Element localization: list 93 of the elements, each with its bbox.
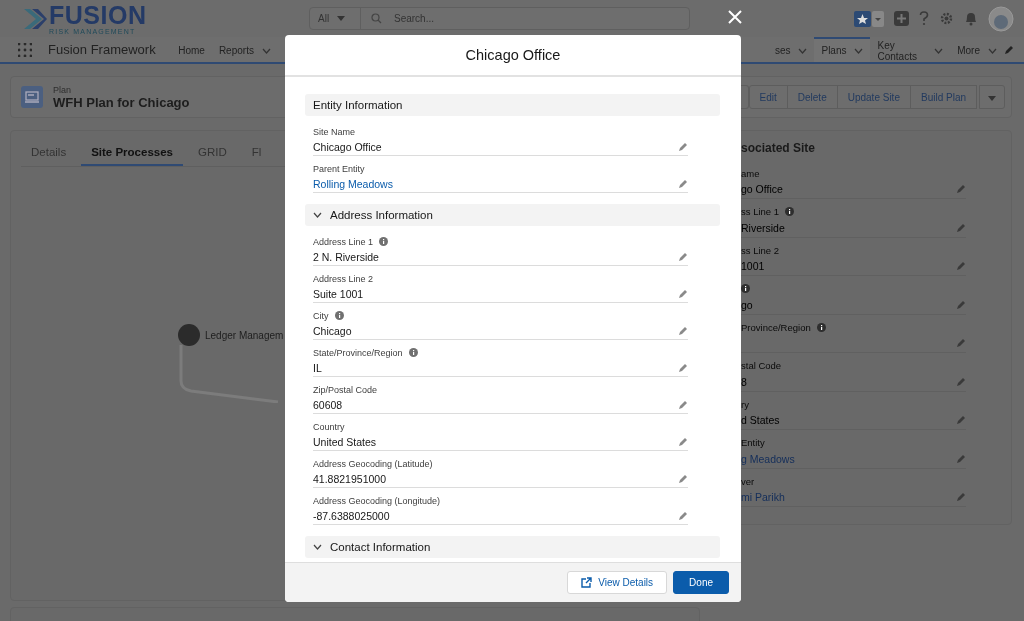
field-link[interactable]: Rolling Meadows <box>313 178 393 190</box>
edit-pencil-icon[interactable] <box>678 474 688 484</box>
action-button[interactable]: Update Site <box>836 85 911 109</box>
field-label: ss Line 2 <box>741 244 780 256</box>
action-button[interactable]: Edit <box>748 85 788 109</box>
edit-pencil-icon[interactable] <box>1004 44 1014 55</box>
action-button[interactable]: Build Plan <box>909 85 977 109</box>
field-label: Parent Entity <box>313 163 365 174</box>
scope-dropdown[interactable]: All <box>310 8 361 29</box>
field-label: stal Code <box>741 360 782 371</box>
logo-name: FUSION <box>49 2 147 28</box>
nav-tab[interactable]: Reports <box>211 37 278 62</box>
edit-pencil-icon[interactable] <box>956 261 966 271</box>
edit-pencil-icon[interactable] <box>678 511 688 521</box>
field-value: 60608 <box>313 399 343 411</box>
nav-tab[interactable]: Key Contacts <box>870 37 951 62</box>
record-type: Plan <box>53 84 72 95</box>
edit-pencil-icon[interactable] <box>678 252 688 262</box>
field-label: ver <box>741 475 755 487</box>
app-launcher-icon[interactable] <box>18 42 32 57</box>
field-label: Address Geocoding (Latitude) <box>313 458 433 469</box>
action-button[interactable]: Delete <box>786 85 838 109</box>
field-label: Country <box>313 421 345 432</box>
edit-pencil-icon[interactable] <box>678 179 688 189</box>
edit-pencil-icon[interactable] <box>678 326 688 336</box>
edit-pencil-icon[interactable] <box>678 437 688 447</box>
field-value: Chicago <box>313 325 352 337</box>
view-details-button[interactable]: View Details <box>567 571 668 594</box>
field-value: 41.8821951000 <box>313 473 386 485</box>
field-label: Address Geocoding (Longitude) <box>313 495 441 506</box>
field-value: United States <box>313 436 377 448</box>
field-label: Site Name <box>313 126 356 137</box>
field-value: Riverside <box>741 221 785 234</box>
field-label: City <box>313 310 329 321</box>
plan-icon <box>21 86 43 108</box>
field-value: 8 <box>741 375 747 388</box>
field-value: IL <box>313 362 322 374</box>
node-label: Ledger Managem <box>205 329 284 341</box>
edit-pencil-icon[interactable] <box>678 400 688 410</box>
field-value: -87.6388025000 <box>313 510 390 522</box>
field-value: Suite 1001 <box>313 288 364 300</box>
bell-icon[interactable] <box>964 11 978 26</box>
field-label: Address Line 1 <box>313 236 374 247</box>
field-label: Address Line 2 <box>313 273 374 284</box>
app-name: Fusion Framework <box>48 42 157 57</box>
field-label: ry <box>741 398 749 410</box>
caret-icon <box>988 95 996 101</box>
section-header[interactable]: Contact Information <box>305 536 720 558</box>
field-label: State/Province/Region <box>313 347 403 358</box>
field-value: Chicago Office <box>313 141 382 153</box>
record-title: WFH Plan for Chicago <box>53 94 190 110</box>
process-node-icon <box>178 324 200 346</box>
external-link-icon <box>581 577 593 588</box>
nav-tab[interactable]: ses <box>774 37 815 62</box>
edit-pencil-icon[interactable] <box>678 289 688 299</box>
settings-icon[interactable] <box>939 11 954 26</box>
panel-title: sociated Site <box>741 141 817 155</box>
field-label: ame <box>741 167 760 179</box>
tab[interactable]: Site Processes <box>81 146 183 166</box>
edit-pencil-icon[interactable] <box>956 453 966 464</box>
field-label: Zip/Postal Code <box>313 384 378 395</box>
field-link[interactable]: mi Parikh <box>741 491 785 503</box>
edit-pencil-icon[interactable] <box>956 222 966 233</box>
edit-pencil-icon[interactable] <box>956 492 966 502</box>
edit-pencil-icon[interactable] <box>956 338 966 348</box>
search-icon <box>371 13 382 24</box>
nav-tab[interactable]: More <box>950 37 1004 62</box>
help-icon[interactable] <box>919 11 929 26</box>
nav-tab[interactable]: Plans <box>814 37 871 62</box>
edit-pencil-icon[interactable] <box>678 142 688 152</box>
field-label: ss Line 1 <box>741 206 780 217</box>
field-label: Entity <box>741 437 765 448</box>
close-icon[interactable] <box>728 10 742 24</box>
edit-pencil-icon[interactable] <box>956 376 966 387</box>
section-header[interactable]: Address Information <box>305 204 720 226</box>
done-button[interactable]: Done <box>673 571 729 594</box>
favorites-icon[interactable] <box>854 10 884 27</box>
search-field[interactable]: All Search... <box>309 7 690 30</box>
field-value: go <box>741 298 753 311</box>
modal-title: Chicago Office <box>285 35 741 77</box>
edit-pencil-icon[interactable] <box>956 184 966 194</box>
field-value: 2 N. Riverside <box>313 251 379 263</box>
nav-tab[interactable]: Home <box>171 37 212 62</box>
caret-icon <box>337 16 346 21</box>
add-icon[interactable] <box>894 11 909 26</box>
more-actions-button[interactable] <box>979 85 1005 109</box>
avatar-icon[interactable] <box>988 5 1014 32</box>
section-header[interactable]: Entity Information <box>305 94 720 116</box>
field-link[interactable]: g Meadows <box>741 452 795 465</box>
edit-pencil-icon[interactable] <box>956 299 966 310</box>
edit-pencil-icon[interactable] <box>956 415 966 425</box>
field-label: Province/Region <box>741 321 811 333</box>
edit-pencil-icon[interactable] <box>678 363 688 373</box>
